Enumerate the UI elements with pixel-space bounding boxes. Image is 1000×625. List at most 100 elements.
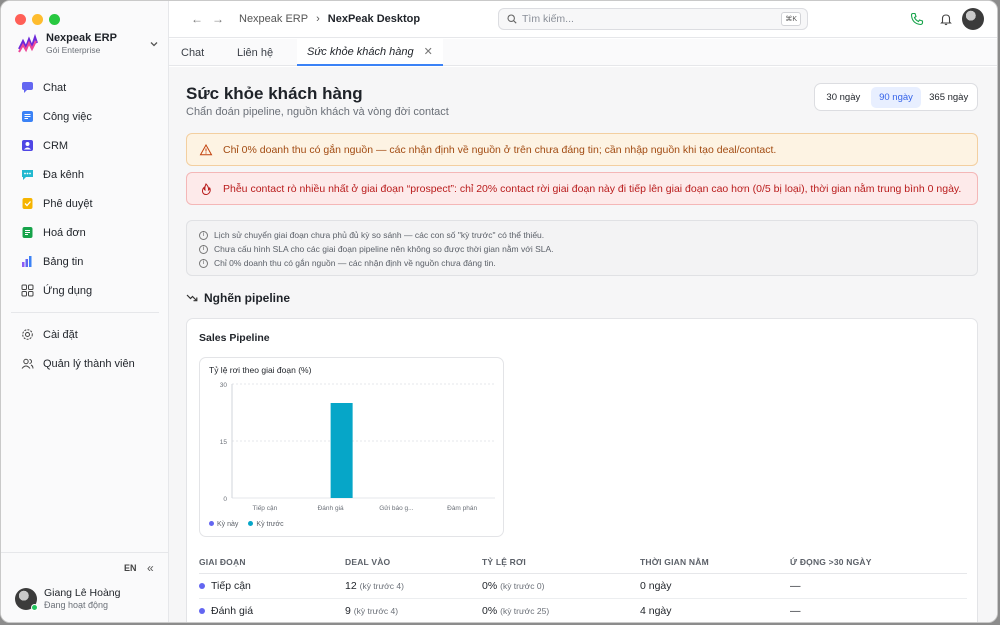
sidebar-item-settings[interactable]: Cài đặt <box>11 320 159 349</box>
sidebar-item-tasks[interactable]: Công việc <box>11 102 159 131</box>
time-cell: 0 ngày <box>640 573 790 599</box>
legend-item[interactable]: Kỳ trước <box>248 521 284 528</box>
column-header[interactable]: GIAI ĐOẠN <box>199 551 345 574</box>
warning-icon <box>199 143 213 155</box>
omnichannel-icon <box>20 168 34 182</box>
section-title: Nghẽn pipeline <box>204 291 291 305</box>
column-header[interactable]: DEAL VÀO <box>345 551 482 574</box>
sidebar-item-dashboard[interactable]: Bảng tin <box>11 247 159 276</box>
legend-label: Kỳ này <box>217 521 239 528</box>
apps-icon <box>20 284 34 298</box>
forward-arrow-icon[interactable]: → <box>212 12 224 26</box>
column-header[interactable]: THỜI GIAN NẰM <box>640 551 790 574</box>
online-status-dot <box>31 604 38 611</box>
user-name: Giang Lê Hoàng <box>44 587 121 599</box>
stage-dot <box>199 607 205 614</box>
y-tick-label: 15 <box>220 439 228 446</box>
date-range-selector: 30 ngày 90 ngày 365 ngày <box>814 83 978 111</box>
stage-dot <box>199 582 205 589</box>
close-window-button[interactable] <box>15 14 26 25</box>
range-90-days-button[interactable]: 90 ngày <box>870 86 922 108</box>
info-icon: i <box>199 244 208 254</box>
user-avatar[interactable] <box>962 8 984 30</box>
deals-previous: (kỳ trước 4) <box>359 580 404 591</box>
range-30-days-button[interactable]: 30 ngày <box>818 87 869 108</box>
workspace-switcher[interactable]: Nexpeak ERP Gói Enterprise <box>17 31 159 57</box>
stage-name: Tiếp cận <box>211 579 251 592</box>
drop-previous: (kỳ trước 0) <box>500 580 545 591</box>
sidebar-item-invoice[interactable]: Hoá đơn <box>11 218 159 247</box>
collapse-sidebar-icon[interactable]: « <box>147 561 154 575</box>
gear-icon <box>20 328 34 342</box>
breadcrumb-item[interactable]: Nexpeak ERP <box>239 13 308 25</box>
sidebar-item-chat[interactable]: Chat <box>11 73 159 102</box>
breadcrumb: Nexpeak ERP › NexPeak Desktop <box>239 13 420 25</box>
drop-previous: (kỳ trước 25) <box>500 605 550 616</box>
phone-icon[interactable] <box>910 12 924 26</box>
drop-value: 0% <box>482 579 498 592</box>
search-shortcut-badge: ⌘K <box>781 12 801 26</box>
stuck-cell: — <box>790 598 967 622</box>
minimize-window-button[interactable] <box>32 14 43 25</box>
chevron-right-icon: › <box>316 13 320 25</box>
drop-cell: 0% (kỳ trước 25) <box>482 598 640 622</box>
sidebar-item-label: Ứng dụng <box>43 284 93 297</box>
x-tick-label: Gửi báo g... <box>379 504 414 512</box>
sidebar-item-apps[interactable]: Ứng dụng <box>11 276 159 305</box>
sidebar-item-label: Đa kênh <box>43 168 84 181</box>
topbar: ← → Nexpeak ERP › NexPeak Desktop ⌘K <box>169 1 997 38</box>
sidebar-footer: EN « Giang Lê Hoàng Đang hoạt động <box>1 552 168 622</box>
data-quality-notes: i Lịch sử chuyển giai đoạn chưa phủ đủ kỳ… <box>186 220 978 276</box>
sidebar-item-omnichannel[interactable]: Đa kênh <box>11 160 159 189</box>
back-arrow-icon[interactable]: ← <box>191 12 203 26</box>
trend-down-icon <box>186 294 198 302</box>
window-controls <box>15 14 60 25</box>
sidebar-item-label: Hoá đơn <box>43 226 86 239</box>
user-profile[interactable]: Giang Lê Hoàng Đang hoạt động <box>15 587 120 611</box>
dashboard-icon <box>20 255 34 269</box>
column-header[interactable]: Ứ ĐỌNG >30 NGÀY <box>790 551 967 574</box>
chart-bar <box>330 403 353 498</box>
main-content: Sức khỏe khách hàng Chẩn đoán pipeline, … <box>169 67 997 622</box>
tab-chat[interactable]: Chat <box>181 39 204 66</box>
sidebar-item-approval[interactable]: Phê duyệt <box>11 189 159 218</box>
search-icon <box>507 14 517 24</box>
note-item: i Lịch sử chuyển giai đoạn chưa phủ đủ kỳ… <box>199 228 965 242</box>
workspace-name: Nexpeak ERP <box>46 32 117 44</box>
sidebar-item-crm[interactable]: CRM <box>11 131 159 160</box>
maximize-window-button[interactable] <box>49 14 60 25</box>
deals-cell: 12 (kỳ trước 4) <box>345 573 482 599</box>
workspace-plan: Gói Enterprise <box>46 45 101 55</box>
deals-value: 12 <box>345 579 357 592</box>
close-tab-icon[interactable]: ✕ <box>424 45 433 58</box>
search-input[interactable] <box>522 13 782 25</box>
user-status: Đang hoạt động <box>44 600 109 610</box>
range-365-days-button[interactable]: 365 ngày <box>923 87 974 108</box>
tab-label: Chat <box>181 46 205 59</box>
deals-previous: (kỳ trước 4) <box>353 605 399 616</box>
warning-alert-text: Chỉ 0% doanh thu có gắn nguồn — các nhận… <box>223 143 777 156</box>
drop-rate-chart: Tỷ lệ rơi theo giai đoạn (%) 0 15 30 Tiếp c… <box>199 357 504 537</box>
sidebar-item-label: CRM <box>43 139 69 152</box>
drop-cell: 0% (kỳ trước 0) <box>482 573 640 599</box>
sidebar-item-label: Cài đặt <box>43 328 78 341</box>
sidebar-item-members[interactable]: Quản lý thành viên <box>11 349 159 378</box>
tab-contacts[interactable]: Liên hệ <box>237 39 273 66</box>
chat-icon <box>20 81 34 95</box>
search-bar[interactable]: ⌘K <box>498 8 808 30</box>
column-header[interactable]: TỶ LỆ RƠI <box>482 551 640 574</box>
chevron-down-icon <box>150 42 158 47</box>
legend-item[interactable]: Kỳ này <box>209 521 238 528</box>
app-window: Nexpeak ERP Gói Enterprise Chat Công việ… <box>0 0 998 623</box>
deals-cell: 9 (kỳ trước 4) <box>345 598 482 622</box>
tab-customer-health[interactable]: Sức khỏe khách hàng ✕ <box>297 39 443 66</box>
chart-title: Tỷ lệ rơi theo giai đoạn (%) <box>209 365 312 375</box>
y-tick-label: 30 <box>220 382 228 389</box>
tasks-icon <box>20 110 34 124</box>
table-row[interactable]: Tiếp cận 12 (kỳ trước 4) 0% (kỳ trước 0)… <box>199 573 967 599</box>
language-toggle[interactable]: EN <box>124 563 137 573</box>
tab-bar: Chat Liên hệ Sức khỏe khách hàng ✕ <box>169 39 997 66</box>
bell-icon[interactable] <box>939 12 953 26</box>
chart-plot: 0 15 30 Tiếp cận Đánh giá Gửi báo g... Đàm phá… <box>220 382 495 512</box>
table-row[interactable]: Đánh giá 9 (kỳ trước 4) 0% (kỳ trước 25)… <box>199 598 967 622</box>
